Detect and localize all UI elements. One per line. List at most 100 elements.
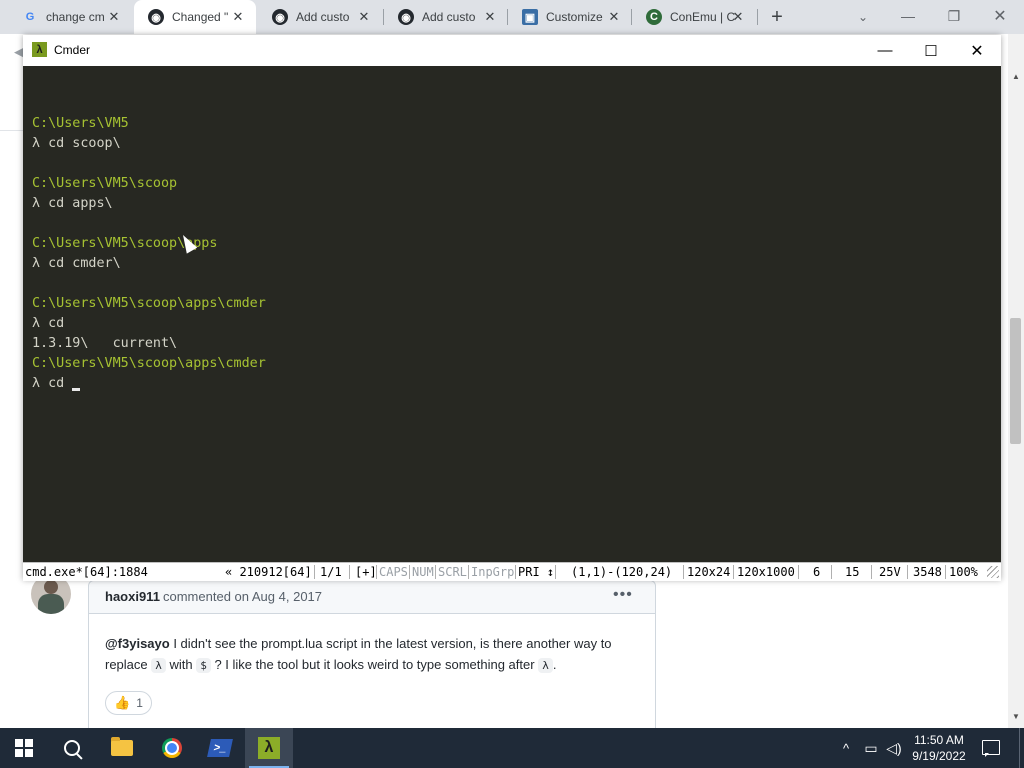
comment-options-icon[interactable]: ••• (613, 586, 633, 604)
browser-tab-strip: G change cm ✕ ◉ Changed " ✕ ◉ Add custo … (0, 0, 1024, 34)
taskbar-powershell[interactable]: >_ (196, 728, 244, 768)
avatar-head (44, 580, 58, 594)
start-button[interactable] (0, 728, 48, 768)
comment-header: haoxi911 commented on Aug 4, 2017 ••• (89, 581, 655, 614)
close-icon[interactable]: ✕ (954, 35, 1000, 66)
status-priority[interactable]: PRI ↕ (518, 564, 554, 580)
status-separator (871, 565, 872, 579)
clock[interactable]: 11:50 AM 9/19/2022 (904, 732, 974, 764)
console-command: λ cd apps\ (32, 196, 113, 211)
taskbar-cmder[interactable]: λ (245, 728, 293, 768)
status-num[interactable]: NUM (412, 564, 434, 580)
browser-minimize-icon[interactable]: — (893, 4, 923, 28)
browser-tab-1[interactable]: G change cm ✕ (8, 0, 132, 34)
comment-text: . (552, 657, 557, 672)
user-mention[interactable]: @f3yisayo (105, 636, 170, 651)
comment-body: @f3yisayo I didn't see the prompt.lua sc… (105, 633, 645, 676)
windows-logo-icon (15, 739, 33, 757)
show-desktop-button[interactable] (1019, 728, 1020, 768)
console-line: λ cd cmder\ (32, 254, 992, 274)
status-scrl[interactable]: SCRL (438, 564, 467, 580)
close-icon[interactable]: ✕ (730, 9, 746, 25)
scroll-down-icon[interactable]: ▼ (1008, 712, 1024, 726)
close-icon[interactable]: ✕ (606, 9, 622, 25)
console-line: λ cd (32, 374, 992, 394)
github-icon: ◉ (148, 9, 164, 25)
search-icon (64, 740, 80, 756)
status-separator (435, 565, 436, 579)
site-image-icon: ▣ (522, 9, 538, 25)
cmder-titlebar[interactable]: λ Cmder — ☐ ✕ (23, 35, 1001, 66)
status-selection[interactable]: (1,1)-(120,24) (571, 564, 672, 580)
status-value[interactable]: 6 (813, 564, 820, 580)
scrollbar-thumb[interactable] (1010, 318, 1021, 444)
browser-tab-3[interactable]: ◉ Add custo ✕ (258, 0, 382, 34)
new-tab-button[interactable]: + (766, 6, 788, 28)
tab-separator (757, 9, 758, 25)
volume-icon[interactable]: ◁) (884, 728, 904, 768)
github-icon: ◉ (272, 9, 288, 25)
cmder-window: λ Cmder — ☐ ✕ C:\Users\VM5 λ cd scoop\ C:\… (23, 35, 1001, 581)
status-size[interactable]: 120x24 (687, 564, 730, 580)
status-separator (349, 565, 350, 579)
github-icon: ◉ (398, 9, 414, 25)
comment-card: haoxi911 commented on Aug 4, 2017 ••• @f… (88, 580, 656, 731)
close-icon[interactable]: ✕ (230, 9, 246, 25)
status-separator (683, 565, 684, 579)
browser-restore-icon[interactable]: ❐ (939, 4, 969, 28)
taskbar-file-explorer[interactable] (98, 728, 146, 768)
tab-search-icon[interactable]: ⌄ (854, 8, 872, 26)
status-pid[interactable]: « 210912[64] (225, 564, 312, 580)
maximize-icon[interactable]: ☐ (908, 35, 954, 66)
scroll-up-icon[interactable]: ▲ (1008, 72, 1024, 86)
status-value[interactable]: 15 (845, 564, 859, 580)
close-icon[interactable]: ✕ (356, 9, 372, 25)
status-separator (945, 565, 946, 579)
status-separator (376, 565, 377, 579)
reaction-count: 1 (136, 696, 143, 710)
console-line: λ cd apps\ (32, 194, 992, 214)
browser-tab-6[interactable]: C ConEmu | C ✕ (632, 0, 756, 34)
status-zoom[interactable]: 100% (949, 564, 978, 580)
browser-tab-2[interactable]: ◉ Changed " ✕ (134, 0, 256, 34)
notification-icon[interactable] (982, 740, 1000, 757)
window-title: Cmder (54, 43, 91, 57)
status-value[interactable]: 25V (879, 564, 901, 580)
console-path: C:\Users\VM5\scoop (32, 176, 178, 191)
inline-code: $ (196, 658, 211, 673)
status-plus[interactable]: [+] (355, 564, 377, 580)
status-console-index[interactable]: 1/1 (320, 564, 342, 580)
search-button[interactable] (48, 728, 96, 768)
console-line: λ cd (32, 314, 992, 334)
comment-author[interactable]: haoxi911 (105, 589, 160, 604)
status-process[interactable]: cmd.exe*[64]:1884 (25, 564, 148, 580)
status-inpgrp[interactable]: InpGrp (471, 564, 514, 580)
resize-grip-icon[interactable] (987, 566, 999, 578)
status-caps[interactable]: CAPS (379, 564, 408, 580)
lambda-icon[interactable]: λ (32, 42, 47, 57)
close-icon[interactable]: ✕ (106, 9, 122, 25)
browser-close-icon[interactable]: ✕ (985, 4, 1015, 28)
close-icon[interactable]: ✕ (482, 9, 498, 25)
minimize-icon[interactable]: — (862, 35, 908, 66)
browser-tab-4[interactable]: ◉ Add custo ✕ (384, 0, 508, 34)
inline-code: λ (538, 658, 553, 673)
divider (0, 130, 24, 131)
reaction-button[interactable]: 👍 1 (105, 691, 152, 715)
comment-text: ? I like the tool but it looks weird to … (210, 657, 539, 672)
status-buffer[interactable]: 120x1000 (737, 564, 795, 580)
terminal-console[interactable]: C:\Users\VM5 λ cd scoop\ C:\Users\VM5\scoo… (32, 94, 992, 560)
comment-timestamp[interactable]: commented on Aug 4, 2017 (163, 589, 322, 604)
chevron-up-icon[interactable]: ^ (836, 728, 856, 768)
status-separator (409, 565, 410, 579)
network-icon[interactable]: ▭ (860, 728, 882, 768)
browser-tab-5[interactable]: ▣ Customize ✕ (508, 0, 632, 34)
console-line: C:\Users\VM5\scoop (32, 174, 992, 194)
taskbar-chrome[interactable] (148, 728, 196, 768)
status-value[interactable]: 3548 (913, 564, 942, 580)
console-line: λ cd scoop\ (32, 134, 992, 154)
